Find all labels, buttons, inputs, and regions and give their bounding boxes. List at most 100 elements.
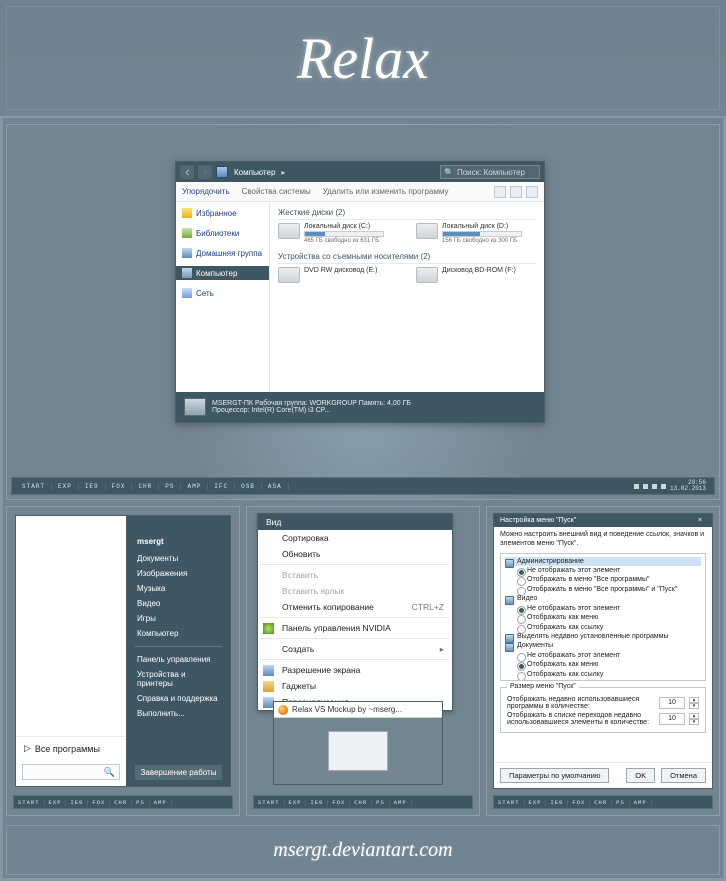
menu-item[interactable]: Сортировка [258, 530, 452, 546]
taskbar-item[interactable]: FOX [568, 799, 590, 806]
start-right-item[interactable]: Выполнить... [135, 706, 222, 721]
taskbar-item[interactable]: START [14, 799, 45, 806]
system-properties-button[interactable]: Свойства системы [242, 187, 311, 196]
menu-item[interactable]: Обновить [258, 546, 452, 562]
taskbar-item[interactable]: CHR [350, 799, 372, 806]
recent-programs-spinner[interactable]: 10 [659, 697, 685, 709]
ok-button[interactable]: OK [626, 768, 655, 783]
taskbar-item[interactable]: ASA [262, 483, 289, 490]
taskbar-item[interactable]: CHR [132, 483, 159, 490]
tree-option[interactable]: Отображать как меню [517, 660, 701, 669]
taskbar-item[interactable]: START [16, 483, 52, 490]
tree-option[interactable]: Отображать как меню [517, 613, 701, 622]
taskbar-item[interactable]: IE9 [66, 799, 88, 806]
start-right-item[interactable]: Устройства и принтеры [135, 667, 222, 691]
taskbar-item[interactable]: PS [159, 483, 181, 490]
settings-tree[interactable]: Администрирование Не отображать этот элем… [500, 553, 706, 681]
chevron-right-icon[interactable]: ▸ [281, 168, 285, 177]
drive-item[interactable]: DVD RW дисковод (E:) [278, 267, 398, 283]
sidebar-item-lib[interactable]: Библиотеки [176, 226, 269, 240]
taskbar-item[interactable]: PS [372, 799, 390, 806]
taskbar-item[interactable]: START [494, 799, 525, 806]
taskbar-item[interactable]: START [254, 799, 285, 806]
user-name[interactable]: msergt [135, 534, 222, 549]
view-icon[interactable] [494, 186, 506, 198]
sidebar-item-comp[interactable]: Компьютер [176, 266, 269, 280]
spinner-down-icon[interactable]: ▾ [689, 719, 699, 725]
taskbar-item[interactable]: IE9 [79, 483, 106, 490]
menu-item[interactable]: Отменить копированиеCTRL+Z [258, 599, 452, 615]
drive-item[interactable]: Локальный диск (D:)156 ГБ свободно из 30… [416, 223, 536, 244]
start-right-item[interactable]: Изображения [135, 566, 222, 581]
tray-icon[interactable] [643, 484, 648, 489]
taskbar-item[interactable]: AMP [630, 799, 652, 806]
tree-header[interactable]: Домашняя группа [505, 679, 701, 680]
drive-item[interactable]: Дисковод BD-ROM (F:) [416, 267, 536, 283]
menu-item[interactable]: Гаджеты [258, 678, 452, 694]
taskbar-item[interactable]: AMP [181, 483, 208, 490]
taskbar-item[interactable]: CHR [590, 799, 612, 806]
taskbar-item[interactable]: OSB [235, 483, 262, 490]
taskbar-item[interactable]: IFC [208, 483, 235, 490]
tree-option[interactable]: Отображать в меню "Все программы" и "Пус… [517, 585, 701, 594]
nav-back-button[interactable] [180, 165, 194, 179]
taskbar-item[interactable]: EXP [285, 799, 307, 806]
start-right-item[interactable]: Документы [135, 551, 222, 566]
start-right-item[interactable]: Музыка [135, 581, 222, 596]
tree-header[interactable]: Администрирование [505, 557, 701, 566]
tree-option[interactable]: Отображать как ссылку [517, 623, 701, 632]
taskbar-item[interactable]: AMP [150, 799, 172, 806]
taskbar[interactable]: STARTEXPIE9FOXCHRPSAMP [493, 795, 713, 809]
start-right-item[interactable]: Компьютер [135, 626, 222, 641]
taskbar-item[interactable]: CHR [110, 799, 132, 806]
tree-header[interactable]: Выделять недавно установленные программы [505, 632, 701, 641]
explorer-search-input[interactable]: 🔍 Поиск: Компьютер [440, 165, 540, 179]
start-right-item[interactable]: Видео [135, 596, 222, 611]
tree-option[interactable]: Отображать как ссылку [517, 670, 701, 679]
taskbar-item[interactable]: PS [612, 799, 630, 806]
tree-option[interactable]: Отображать в меню "Все программы" [517, 575, 701, 584]
spinner-down-icon[interactable]: ▾ [689, 703, 699, 709]
taskbar[interactable]: STARTEXPIE9FOXCHRPSAMP [13, 795, 233, 809]
help-icon[interactable] [526, 186, 538, 198]
taskbar[interactable]: STARTEXPIE9FOXCHRPSAMP [253, 795, 473, 809]
sidebar-item-home[interactable]: Домашняя группа [176, 246, 269, 260]
taskbar[interactable]: STARTEXPIE9FOXCHRPSAMPIFCOSBASA 20:56 13… [11, 477, 715, 495]
tree-option[interactable]: Не отображать этот элемент [517, 651, 701, 660]
menu-item-nvidia[interactable]: Панель управления NVIDIA [258, 620, 452, 636]
menu-item[interactable]: Разрешение экрана [258, 662, 452, 678]
start-right-item[interactable]: Игры [135, 611, 222, 626]
sidebar-item-star[interactable]: Избранное [176, 206, 269, 220]
organize-button[interactable]: Упорядочить [182, 187, 230, 196]
taskbar-item[interactable]: EXP [525, 799, 547, 806]
tree-header[interactable]: Видео [505, 594, 701, 603]
start-right-item[interactable]: Панель управления [135, 652, 222, 667]
taskbar-item[interactable]: IE9 [546, 799, 568, 806]
tree-option[interactable]: Не отображать этот элемент [517, 604, 701, 613]
tray-icon[interactable] [652, 484, 657, 489]
tray-icon[interactable] [634, 484, 639, 489]
taskbar-item[interactable]: PS [132, 799, 150, 806]
taskbar-item[interactable]: FOX [328, 799, 350, 806]
system-tray[interactable] [634, 484, 666, 489]
uninstall-program-button[interactable]: Удалить или изменить программу [323, 187, 449, 196]
start-search-input[interactable]: 🔍 [22, 764, 120, 780]
tree-header[interactable]: Документы [505, 641, 701, 650]
taskbar-item[interactable]: IE9 [306, 799, 328, 806]
defaults-button[interactable]: Параметры по умолчанию [500, 768, 609, 783]
close-button[interactable]: × [694, 517, 706, 524]
drive-item[interactable]: Локальный диск (C:)465 ГБ свободно из 63… [278, 223, 398, 244]
sidebar-item-net[interactable]: Сеть [176, 286, 269, 300]
menu-item-view[interactable]: Вид [258, 514, 452, 530]
all-programs-button[interactable]: ▷ Все программы [16, 736, 126, 760]
taskbar-item[interactable]: EXP [45, 799, 67, 806]
breadcrumb[interactable]: Компьютер [232, 168, 277, 177]
preview-pane-icon[interactable] [510, 186, 522, 198]
taskbar-item[interactable]: FOX [88, 799, 110, 806]
taskbar-item[interactable]: FOX [106, 483, 133, 490]
explorer-titlebar[interactable]: Компьютер ▸ 🔍 Поиск: Компьютер [176, 162, 544, 182]
firefox-window[interactable]: Relax VS Mockup by ~mserg... [273, 701, 443, 785]
taskbar-item[interactable]: AMP [390, 799, 412, 806]
menu-item-create[interactable]: Создать ▸ [258, 641, 452, 657]
taskbar-clock[interactable]: 20:56 13.02.2013 [666, 480, 710, 492]
